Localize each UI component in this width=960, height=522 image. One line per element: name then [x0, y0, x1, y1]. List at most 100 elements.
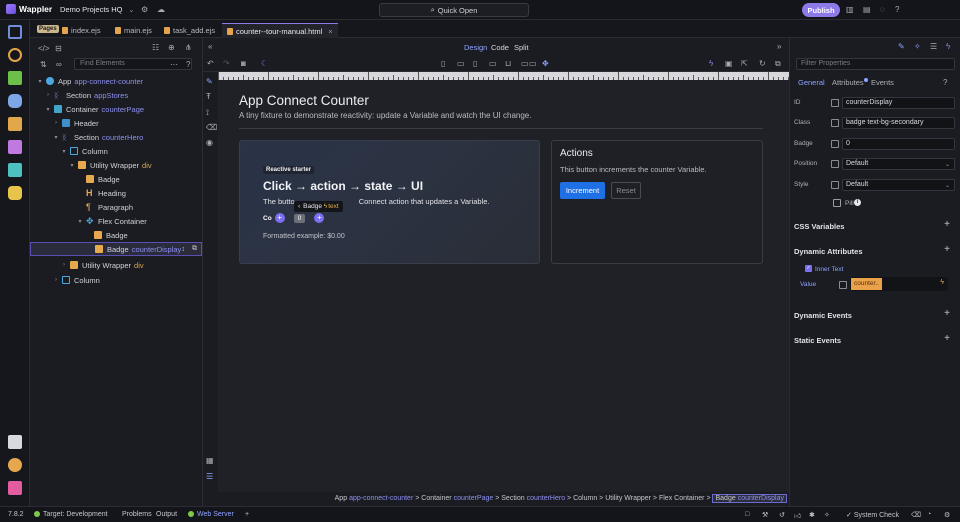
- tree-node-badge-counter-display[interactable]: Badge counterDisplay ↕ ⧉: [30, 242, 202, 256]
- grid-icon[interactable]: ▦: [206, 456, 214, 466]
- expand-icon[interactable]: ▾: [52, 134, 60, 141]
- actions-title[interactable]: Actions: [560, 148, 593, 159]
- tree-node-badge-2[interactable]: Badge: [30, 228, 202, 242]
- style-select[interactable]: Default ⌄: [842, 179, 955, 191]
- device-laptop-icon[interactable]: ⊔: [505, 59, 511, 69]
- mode-design[interactable]: Design: [464, 43, 487, 52]
- plus-icon[interactable]: +: [314, 213, 325, 223]
- formatted-example[interactable]: Formatted example: $0.00: [263, 233, 345, 240]
- outline-icon[interactable]: ☰: [206, 472, 213, 482]
- paint-tool-icon[interactable]: ⟟: [206, 108, 209, 118]
- flash-icon[interactable]: ϟ: [946, 42, 950, 52]
- close-icon[interactable]: ×: [328, 27, 332, 36]
- tab-task-add[interactable]: task_add.ejs: [164, 23, 215, 38]
- add-component-icon[interactable]: ⊕: [168, 43, 175, 53]
- mode-code[interactable]: Code: [491, 43, 509, 52]
- css-variables-section[interactable]: CSS Variables: [794, 222, 844, 231]
- tree-node-badge[interactable]: Badge: [30, 172, 202, 186]
- tab-general[interactable]: General: [798, 78, 825, 87]
- tree-node-section[interactable]: › ᛝ Section appStores: [30, 88, 202, 102]
- value-token[interactable]: counter..: [851, 278, 882, 290]
- crumb-column[interactable]: Column: [573, 495, 597, 502]
- wand-icon[interactable]: ✧: [914, 42, 921, 52]
- dynamic-attributes-section[interactable]: Dynamic Attributes: [794, 247, 863, 256]
- bind-icon[interactable]: [831, 119, 839, 127]
- output-tab[interactable]: Output: [156, 511, 177, 518]
- theme-moon-icon[interactable]: ☾: [261, 59, 268, 69]
- text-tool-icon[interactable]: Ŧ: [206, 92, 211, 102]
- expand-icon[interactable]: ›: [60, 262, 68, 268]
- actions-card[interactable]: Actions This button increments the count…: [551, 140, 763, 264]
- tree-node-paragraph[interactable]: ¶ Paragraph: [30, 200, 202, 214]
- add-icon[interactable]: +: [944, 308, 950, 319]
- bug-icon[interactable]: ✱: [809, 511, 815, 519]
- tree-node-heading[interactable]: H Heading: [30, 186, 202, 200]
- link-icon[interactable]: ∞: [56, 60, 62, 70]
- pill-checkbox[interactable]: [833, 199, 841, 207]
- signpost-icon[interactable]: [8, 117, 22, 131]
- value-field[interactable]: counter.. ϟ: [850, 277, 948, 291]
- bell-icon[interactable]: ◔: [927, 511, 931, 518]
- cloud-icon[interactable]: ☁: [157, 5, 165, 15]
- eraser-icon[interactable]: ⌫: [911, 511, 921, 519]
- panel-icon[interactable]: ▤: [863, 5, 871, 15]
- delete-tool-icon[interactable]: ⌫: [206, 123, 217, 133]
- collapse-right-icon[interactable]: »: [777, 42, 781, 52]
- open-browser-icon[interactable]: ⧉: [775, 59, 781, 69]
- flash-icon[interactable]: ϟ: [940, 279, 944, 286]
- position-select[interactable]: Default ⌄: [842, 158, 955, 170]
- increment-button[interactable]: Increment: [560, 182, 605, 199]
- tab-index[interactable]: index.ejs: [62, 23, 101, 38]
- tree-node-utility-wrapper[interactable]: ▾ Utility Wrapper div: [30, 158, 202, 172]
- add-icon[interactable]: +: [944, 219, 950, 230]
- thumbs-up-icon[interactable]: 👍︎: [794, 511, 801, 520]
- bind-icon[interactable]: [831, 160, 839, 168]
- tree-collapse-icon[interactable]: ⇅: [40, 60, 47, 70]
- info-icon[interactable]: i: [854, 199, 861, 206]
- dynamic-events-section[interactable]: Dynamic Events: [794, 311, 852, 320]
- problems-tab[interactable]: Problems: [122, 511, 152, 518]
- more-icon[interactable]: ⋯: [170, 60, 178, 70]
- drop-icon[interactable]: ◌: [880, 5, 885, 15]
- page-lead[interactable]: A tiny fixture to demonstrate reactivity…: [239, 111, 531, 120]
- crumb-utility-wrapper[interactable]: Utility Wrapper: [605, 495, 651, 502]
- code-toggle-icon[interactable]: </>: [38, 44, 50, 54]
- expand-icon[interactable]: ›: [52, 120, 60, 126]
- expand-icon[interactable]: ▾: [44, 106, 52, 113]
- undo-icon[interactable]: ↺: [779, 511, 785, 519]
- structure-icon[interactable]: ⊟: [55, 44, 62, 54]
- gear-icon[interactable]: ⚙: [141, 5, 148, 15]
- class-input[interactable]: badge text-bg-secondary: [842, 117, 955, 129]
- wand-icon[interactable]: ✧: [824, 511, 830, 519]
- help-icon[interactable]: ?: [943, 78, 947, 88]
- crumb-badge[interactable]: Badge counterDisplay: [712, 494, 787, 503]
- add-icon[interactable]: +: [944, 244, 950, 255]
- tree-node-section-hero[interactable]: ▾ ᛝ Section counterHero: [30, 130, 202, 144]
- device-tablet-landscape-icon[interactable]: ▭: [489, 59, 497, 69]
- flow-icon[interactable]: [8, 71, 22, 85]
- expand-icon[interactable]: ›: [44, 92, 52, 98]
- inner-text-checkbox[interactable]: ✓: [805, 265, 812, 272]
- help-icon[interactable]: ?: [895, 5, 899, 15]
- tree-node-container[interactable]: ▾ Container counterPage: [30, 102, 202, 116]
- crumb-section[interactable]: Section counterHero: [501, 495, 565, 502]
- hero-card[interactable]: Reactive starter Click → action → state …: [239, 140, 540, 264]
- layout-icon[interactable]: ▥: [846, 5, 854, 15]
- tab-counter-tour[interactable]: counter--tour-manual.html ×: [222, 23, 338, 38]
- export-icon[interactable]: ⇱: [741, 59, 748, 69]
- hierarchy-icon[interactable]: ☷: [152, 43, 159, 53]
- actions-text[interactable]: This button increments the counter Varia…: [560, 165, 707, 174]
- undo-icon[interactable]: ↶: [207, 59, 214, 69]
- fit-width-icon[interactable]: ✥: [542, 59, 549, 69]
- publish-button[interactable]: Publish: [802, 3, 840, 17]
- tree-node-utility-wrapper-2[interactable]: › Utility Wrapper div: [30, 258, 202, 272]
- target-selector[interactable]: Target: Development: [34, 511, 108, 518]
- device-desktop-icon[interactable]: ▭: [521, 59, 529, 69]
- bind-icon[interactable]: [831, 99, 839, 107]
- page-title[interactable]: App Connect Counter: [239, 93, 369, 108]
- static-events-section[interactable]: Static Events: [794, 336, 841, 345]
- tree-node-header[interactable]: › Header: [30, 116, 202, 130]
- expand-icon[interactable]: ▾: [60, 148, 68, 155]
- select-tool-icon[interactable]: ✎: [206, 77, 213, 87]
- reactive-badge[interactable]: Reactive starter: [263, 166, 315, 174]
